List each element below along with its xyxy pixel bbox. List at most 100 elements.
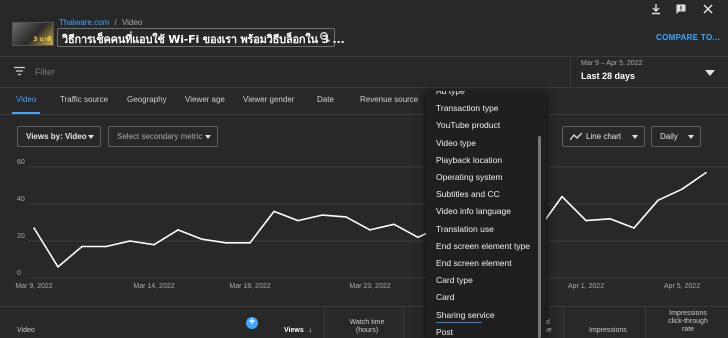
column-header-ctr[interactable]: Impressions click-through rate xyxy=(655,310,721,334)
data-point xyxy=(561,195,563,198)
tab-date[interactable]: Date xyxy=(317,95,334,104)
breadcrumb-section: Video xyxy=(121,18,143,27)
close-icon[interactable] xyxy=(702,3,714,15)
dropdown-item[interactable]: Transaction type xyxy=(436,103,499,113)
data-point xyxy=(369,229,371,231)
dropdown-item[interactable]: End screen element xyxy=(436,258,512,268)
line-chart-icon xyxy=(570,132,582,141)
x-tick-label: Mar 18, 2022 xyxy=(229,283,270,290)
secondary-metric-select[interactable]: Select secondary metric xyxy=(108,126,218,147)
watch-time-line2: (hours) xyxy=(355,327,379,334)
chevron-down-icon xyxy=(632,135,638,139)
x-tick-label: Apr 5, 2022 xyxy=(664,283,700,290)
data-point xyxy=(657,199,659,202)
compare-to-button[interactable]: COMPARE TO... xyxy=(656,33,720,42)
column-header-impressions[interactable]: Impressions xyxy=(589,327,627,335)
x-tick-label: Mar 23, 2022 xyxy=(349,283,390,290)
x-tick-label: Apr 1, 2022 xyxy=(568,283,604,290)
sharing-service-underline xyxy=(436,322,482,323)
sort-down-arrow-icon: ↓ xyxy=(308,327,313,334)
dropdown-item[interactable]: Operating system xyxy=(436,172,503,182)
tab-video[interactable]: Video xyxy=(16,95,36,104)
divider xyxy=(0,87,728,88)
divider xyxy=(0,114,728,115)
feedback-icon[interactable] xyxy=(675,3,687,15)
thumbnail-badge: 3 นาที xyxy=(33,36,51,43)
views-by-label: Views by: Video xyxy=(26,132,87,141)
data-point xyxy=(609,218,611,220)
breadcrumb-separator: / xyxy=(114,18,117,27)
breadcrumb: Thaiware.com / Video xyxy=(59,18,142,27)
filter-icon[interactable] xyxy=(14,66,25,76)
secondary-metric-label: Select secondary metric xyxy=(117,132,203,141)
divider xyxy=(645,306,646,338)
data-point xyxy=(417,236,419,239)
data-point xyxy=(177,229,179,231)
views-line-chart: 60 40 20 0 Mar 9, 2022 Mar 14, 2022 Mar 18, 20… xyxy=(15,159,728,290)
tab-viewer-age[interactable]: Viewer age xyxy=(185,95,225,104)
download-icon[interactable] xyxy=(650,3,662,15)
divider xyxy=(324,306,325,338)
data-point xyxy=(105,245,107,248)
dropdown-item[interactable]: End screen element type xyxy=(436,241,530,251)
dropdown-item[interactable]: Playback location xyxy=(436,155,502,165)
granularity-select[interactable]: Daily xyxy=(651,126,701,147)
plus-icon: + xyxy=(248,316,256,328)
data-point xyxy=(633,227,635,229)
data-point xyxy=(153,243,155,246)
data-point xyxy=(33,227,35,229)
x-tick-label: Mar 14, 2022 xyxy=(133,283,174,290)
y-tick-label: 60 xyxy=(17,159,25,166)
search-icon[interactable] xyxy=(319,31,331,43)
divider xyxy=(403,306,404,338)
date-selected: Last 28 days xyxy=(581,71,636,81)
data-point xyxy=(393,223,395,226)
chevron-down-icon xyxy=(88,135,94,139)
data-point xyxy=(705,171,707,174)
views-header-label: Views xyxy=(284,327,304,334)
dropdown-scrollbar[interactable] xyxy=(538,136,541,338)
dropdown-item[interactable]: Card type xyxy=(436,275,473,285)
dropdown-item[interactable]: Subtitles and CC xyxy=(436,189,500,199)
y-tick-label: 20 xyxy=(17,233,25,240)
granularity-label: Daily xyxy=(660,132,678,141)
chevron-down-icon xyxy=(205,135,211,139)
dropdown-item[interactable]: Translation use xyxy=(436,224,494,234)
dimension-dropdown-menu[interactable]: Ad type Transaction type YouTube product Vi… xyxy=(426,91,546,338)
filter-input[interactable]: Filter xyxy=(35,67,55,77)
dropdown-item[interactable]: Video type xyxy=(436,138,476,148)
data-point xyxy=(129,240,131,242)
ctr-line3: rate xyxy=(681,326,695,333)
breadcrumb-channel[interactable]: Thaiware.com xyxy=(59,18,109,27)
column-header-views[interactable]: Views ↓ xyxy=(284,327,312,335)
column-header-video[interactable]: Video xyxy=(17,327,35,335)
chart-type-select[interactable]: Line chart xyxy=(562,126,645,147)
data-point xyxy=(81,245,83,248)
chart-type-label: Line chart xyxy=(586,132,622,141)
date-range-text: Mar 9 – Apr 5, 2022 xyxy=(581,60,643,67)
dropdown-item[interactable]: Card xyxy=(436,292,454,302)
data-point xyxy=(321,214,323,216)
x-tick-label: Mar 9, 2022 xyxy=(15,283,52,290)
video-thumbnail[interactable]: 3 นาที xyxy=(12,22,54,46)
dropdown-item[interactable]: YouTube product xyxy=(436,120,500,130)
y-tick-label: 40 xyxy=(17,196,25,203)
tab-geography[interactable]: Geography xyxy=(127,95,167,104)
dropdown-item[interactable]: Video info language xyxy=(436,206,511,216)
tab-viewer-gender[interactable]: Viewer gender xyxy=(243,95,294,104)
divider xyxy=(563,306,564,338)
video-title: วิธีการเช็คคนที่แอบใช้ Wi-Fi ของเรา พร้อ… xyxy=(62,33,345,46)
chevron-down-icon xyxy=(688,135,694,139)
column-header-watch-time[interactable]: Watch time (hours) xyxy=(344,319,390,335)
tab-traffic-source[interactable]: Traffic source xyxy=(60,95,108,104)
dropdown-item[interactable]: Sharing service xyxy=(436,310,495,320)
series-line xyxy=(33,171,707,268)
dropdown-item[interactable]: Ad type xyxy=(436,91,465,96)
ctr-line2: click-through xyxy=(668,318,708,325)
chevron-down-icon[interactable] xyxy=(705,70,715,77)
dropdown-item[interactable]: Post xyxy=(436,327,453,337)
ctr-line1: Impressions xyxy=(669,310,707,317)
views-by-select[interactable]: Views by: Video xyxy=(17,126,101,147)
add-metric-button[interactable]: + xyxy=(246,316,258,329)
tab-revenue-source[interactable]: Revenue source xyxy=(360,95,418,104)
